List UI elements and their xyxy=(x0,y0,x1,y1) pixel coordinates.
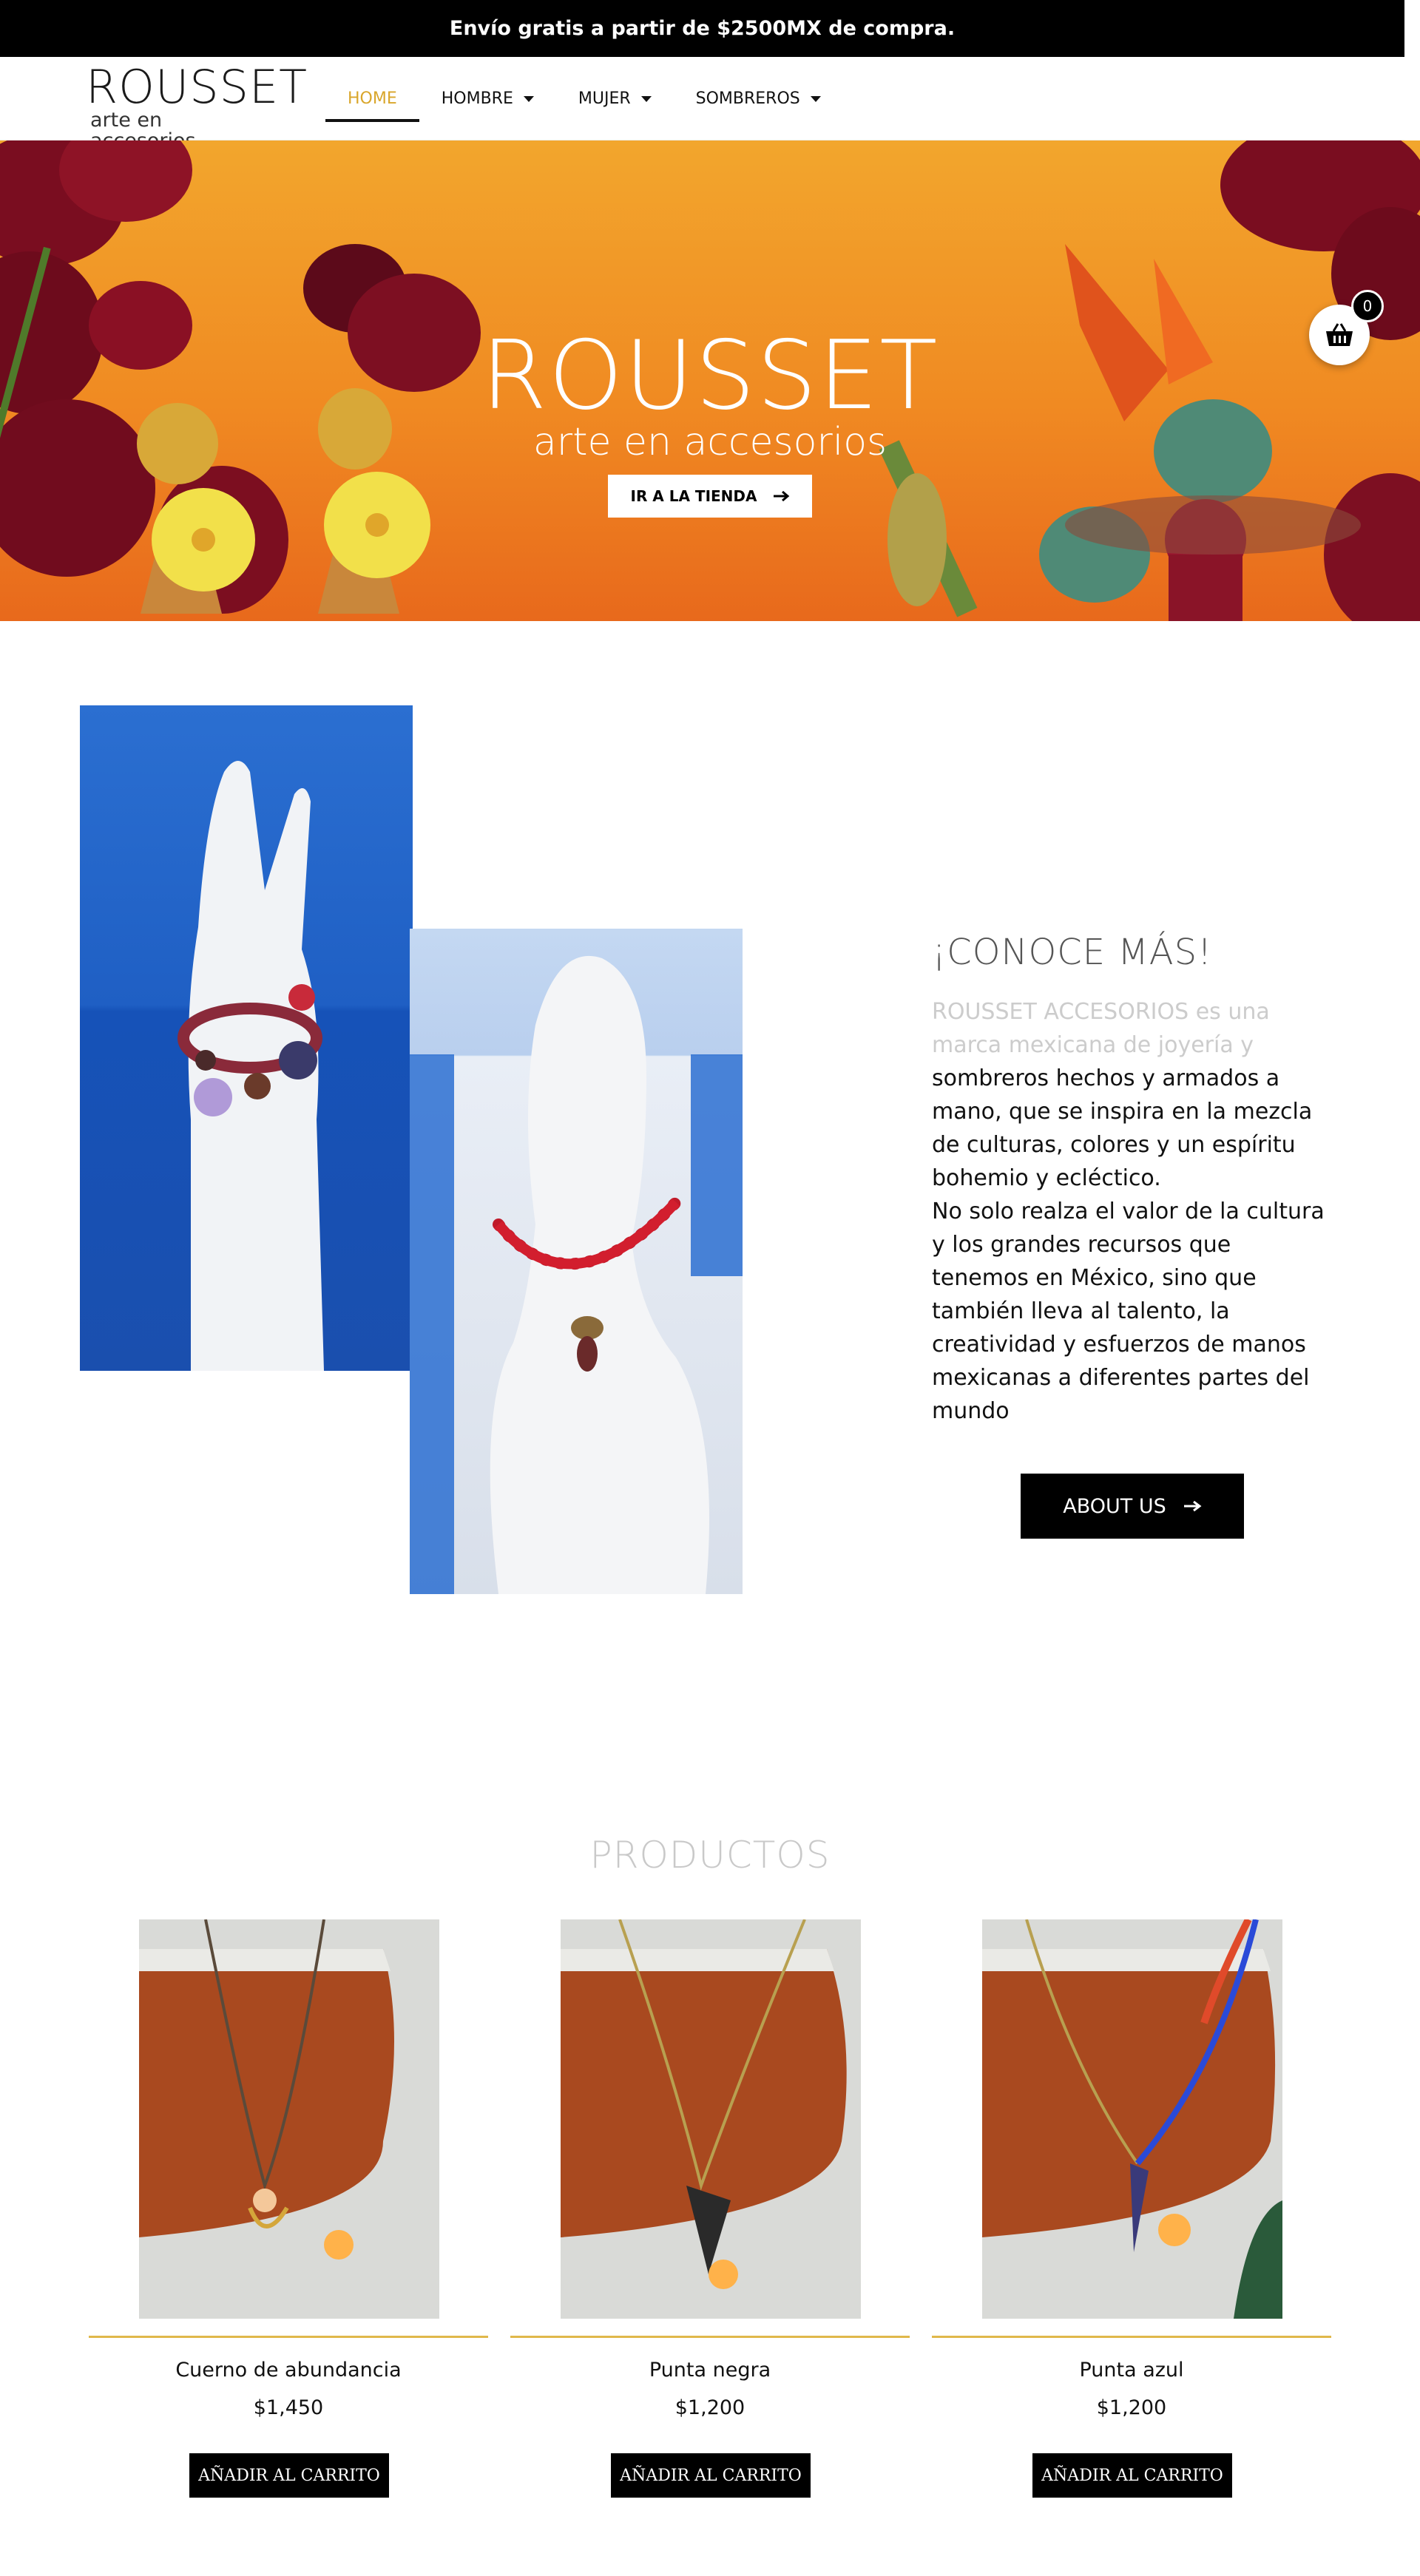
product-divider xyxy=(89,2336,488,2338)
caret-down-icon xyxy=(640,95,652,102)
hero-banner: ROUSSET arte en accesorios IR A LA TIEND… xyxy=(0,140,1420,621)
about-lead-text: ROUSSET ACCESORIOS es una marca mexicana… xyxy=(932,999,1270,1058)
product-image[interactable] xyxy=(982,1919,1282,2319)
nav-item-label: HOMBRE xyxy=(441,89,513,108)
about-body-text-2: No solo realza el valor de la cultura y … xyxy=(932,1199,1325,1424)
hero-heading: ROUSSET arte en accesorios xyxy=(0,321,1420,464)
site-logo[interactable]: ROUSSET arte en accesorios xyxy=(86,60,308,152)
product-card[interactable]: Punta negra $1,200 AÑADIR AL CARRITO xyxy=(510,1919,910,2511)
nav-item-mujer[interactable]: MUJER xyxy=(556,78,674,120)
nav-item-label: MUJER xyxy=(578,89,631,108)
product-name[interactable]: Punta azul xyxy=(932,2359,1331,2382)
about-us-button-label: ABOUT US xyxy=(1063,1494,1166,1518)
product-name[interactable]: Cuerno de abundancia xyxy=(89,2359,488,2382)
product-price: $1,200 xyxy=(1096,2396,1167,2419)
cart-count-badge: 0 xyxy=(1351,290,1384,322)
promo-bar: Envío gratis a partir de $2500MX de comp… xyxy=(0,0,1404,57)
product-card[interactable]: Cuerno de abundancia $1,450 AÑADIR AL CA… xyxy=(89,1919,488,2511)
nav-item-label: SOMBREROS xyxy=(695,89,800,108)
product-price: $1,200 xyxy=(674,2396,746,2419)
product-divider xyxy=(932,2336,1331,2338)
nav-item-label: HOME xyxy=(348,89,397,108)
caret-down-icon xyxy=(523,95,534,102)
bracelet-photo xyxy=(80,705,413,1371)
product-image[interactable] xyxy=(561,1919,861,2319)
add-to-cart-button[interactable]: AÑADIR AL CARRITO xyxy=(611,2453,811,2498)
necklace-product-image xyxy=(139,1919,439,2319)
shop-button-label: IR A LA TIENDA xyxy=(630,487,757,505)
basket-icon xyxy=(1326,323,1353,346)
necklace-product-image xyxy=(561,1919,861,2319)
products-heading: PRODUCTOS xyxy=(589,1834,831,1877)
necklace-image xyxy=(410,955,743,1594)
about-body-text: sombreros hechos y armados a mano, que s… xyxy=(932,1065,1313,1191)
site-header: ROUSSET arte en accesorios HOME HOMBRE M… xyxy=(0,57,1404,152)
nav-item-sombreros[interactable]: SOMBREROS xyxy=(674,78,843,120)
bracelet-image xyxy=(178,761,324,1371)
product-divider xyxy=(510,2336,910,2338)
logo-wordmark: ROUSSET xyxy=(86,60,308,114)
arrow-right-icon xyxy=(773,491,789,501)
hero-subtitle: arte en accesorios xyxy=(532,420,888,464)
arrow-right-icon xyxy=(1183,1500,1202,1512)
product-card[interactable]: Punta azul $1,200 AÑADIR AL CARRITO xyxy=(932,1919,1331,2511)
hero-title: ROUSSET xyxy=(481,321,939,431)
about-paragraph: ROUSSET ACCESORIOS es una marca mexicana… xyxy=(932,995,1331,1428)
necklace-product-image xyxy=(982,1919,1282,2319)
nav-item-hombre[interactable]: HOMBRE xyxy=(419,78,556,120)
add-to-cart-button[interactable]: AÑADIR AL CARRITO xyxy=(1032,2453,1232,2498)
product-name[interactable]: Punta negra xyxy=(510,2359,910,2382)
product-image[interactable] xyxy=(139,1919,439,2319)
product-price: $1,450 xyxy=(253,2396,324,2419)
caret-down-icon xyxy=(810,95,821,102)
promo-text: Envío gratis a partir de $2500MX de comp… xyxy=(449,17,956,40)
about-heading: ¡CONOCE MÁS! xyxy=(932,932,1213,973)
shop-button[interactable]: IR A LA TIENDA xyxy=(608,475,812,518)
add-to-cart-button[interactable]: AÑADIR AL CARRITO xyxy=(189,2453,389,2498)
main-nav: HOME HOMBRE MUJER SOMBREROS xyxy=(325,57,843,140)
nav-item-home[interactable]: HOME xyxy=(325,78,419,122)
about-us-button[interactable]: ABOUT US xyxy=(1021,1474,1244,1539)
necklace-photo xyxy=(410,929,743,1594)
